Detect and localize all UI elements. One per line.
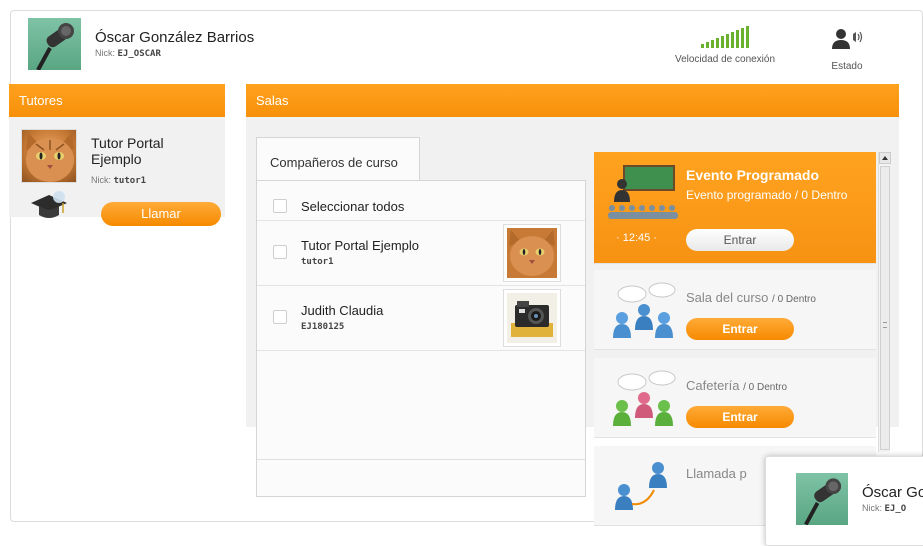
signal-bars-icon (660, 26, 790, 48)
popup-user-name: Óscar Go (862, 484, 923, 501)
tutores-panel: Tutor Portal Ejemplo Nick: tutor1 Llamar (9, 117, 225, 226)
room-title: Evento Programado (686, 167, 820, 183)
room-title: Cafetería / 0 Dentro (686, 378, 788, 393)
camera-photo-icon (507, 293, 557, 343)
estado-control[interactable]: Estado (822, 28, 872, 72)
event-time: · 12:45 · (616, 232, 657, 244)
event-presenter-icon (608, 165, 678, 219)
classmates-list: Seleccionar todos Tutor Portal Ejemplo t… (256, 180, 586, 497)
group-chat-icon (613, 282, 676, 338)
enter-button[interactable]: Entrar (686, 406, 794, 428)
tutor-nick: Nick: tutor1 (91, 175, 147, 186)
call-people-icon (615, 462, 667, 510)
salas-header: Salas (246, 84, 899, 117)
popup-avatar (796, 473, 848, 525)
room-subtitle: Evento programado / 0 Dentro (686, 188, 848, 202)
room-sala-del-curso[interactable]: Sala del curso / 0 Dentro Entrar (594, 270, 876, 350)
call-button[interactable]: Llamar (101, 202, 221, 226)
classmate-photo (503, 289, 561, 347)
graduation-cap-icon (31, 191, 67, 218)
microphone-icon (804, 478, 842, 525)
connection-label: Velocidad de conexión (674, 54, 776, 65)
cat-photo-icon (507, 228, 557, 278)
list-item[interactable]: Tutor Portal Ejemplo tutor1 (257, 221, 585, 286)
classmate-nick: EJ180125 (301, 322, 345, 332)
scroll-up-arrow-icon[interactable] (879, 152, 891, 164)
classmate-checkbox[interactable] (273, 245, 287, 259)
popup-user-nick: Nick: EJ_O (862, 503, 907, 514)
connection-speed: Velocidad de conexión (660, 26, 790, 65)
user-avatar (28, 18, 81, 70)
estado-label: Estado (831, 61, 863, 72)
list-item[interactable]: Judith Claudia EJ180125 (257, 286, 585, 351)
select-all-label: Seleccionar todos (301, 199, 405, 214)
enter-button[interactable]: Entrar (686, 318, 794, 340)
classmate-name: Judith Claudia (301, 303, 384, 318)
select-all-checkbox[interactable] (273, 199, 287, 213)
room-title: Llamada p (686, 466, 747, 481)
tutor-photo (21, 129, 77, 183)
user-name: Óscar González Barrios (95, 29, 255, 46)
tutores-header: Tutores (9, 84, 225, 117)
list-divider (257, 459, 585, 460)
tutor-name: Tutor Portal Ejemplo (91, 135, 164, 167)
enter-button[interactable]: Entrar (686, 229, 794, 251)
tab-companeros[interactable]: Compañeros de curso (256, 137, 420, 181)
classmate-name: Tutor Portal Ejemplo (301, 238, 420, 253)
classmate-nick: tutor1 (301, 257, 334, 267)
room-cafeteria[interactable]: Cafetería / 0 Dentro Entrar (594, 358, 876, 438)
cafeteria-chat-icon (613, 370, 676, 426)
room-title: Sala del curso / 0 Dentro (686, 290, 816, 305)
scroll-thumb[interactable] (880, 166, 890, 450)
room-evento-programado[interactable]: Evento Programado Evento programado / 0 … (594, 152, 876, 264)
classmate-checkbox[interactable] (273, 310, 287, 324)
classmate-photo (503, 224, 561, 282)
cat-photo-icon (26, 132, 74, 182)
user-sound-icon (832, 29, 863, 49)
select-all-row[interactable]: Seleccionar todos (257, 181, 585, 221)
user-nick: Nick: EJ_OSCAR (95, 48, 161, 59)
user-popup: Óscar Go Nick: EJ_O (765, 456, 923, 546)
rooms-scrollbar[interactable] (878, 152, 891, 452)
microphone-icon (36, 23, 74, 70)
